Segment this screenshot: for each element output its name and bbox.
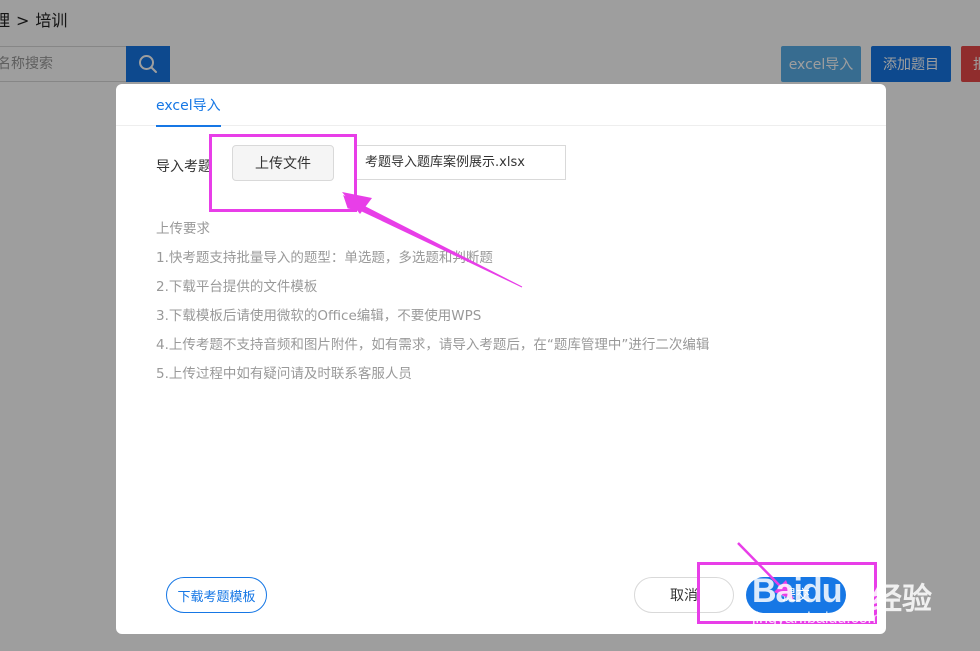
- annotation-box-upload: [209, 134, 357, 212]
- requirement-item: 3.下载模板后请使用微软的Office编辑，不要使用WPS: [156, 308, 482, 324]
- baidu-watermark: Baidu 经验 jingyan.baidu.com: [752, 560, 980, 632]
- upload-requirements: 上传要求 1.快考题支持批量导入的题型：单选题，多选题和判断题 2.下载平台提供…: [156, 220, 709, 394]
- download-template-button[interactable]: 下载考题模板: [166, 577, 267, 613]
- logo-du: du: [801, 572, 843, 610]
- requirement-item: 2.下载平台提供的文件模板: [156, 279, 318, 295]
- requirements-title: 上传要求: [156, 221, 210, 237]
- modal-tab-bar: excel导入: [116, 84, 886, 127]
- selected-file-name: 考题导入题库案例展示.xlsx: [354, 145, 566, 180]
- watermark-url: jingyan.baidu.com: [752, 610, 881, 627]
- baidu-logo: Baidu: [752, 572, 843, 611]
- logo-bai: Bai: [752, 572, 803, 610]
- tab-excel-import[interactable]: excel导入: [156, 95, 221, 127]
- watermark-jingyan: 经验: [872, 582, 932, 617]
- requirement-item: 1.快考题支持批量导入的题型：单选题，多选题和判断题: [156, 250, 493, 266]
- import-label: 导入考题: [156, 159, 212, 175]
- requirement-item: 5.上传过程中如有疑问请及时联系客服人员: [156, 366, 412, 382]
- requirement-item: 4.上传考题不支持音频和图片附件，如有需求，请导入考题后，在“题库管理中”进行二…: [156, 337, 710, 353]
